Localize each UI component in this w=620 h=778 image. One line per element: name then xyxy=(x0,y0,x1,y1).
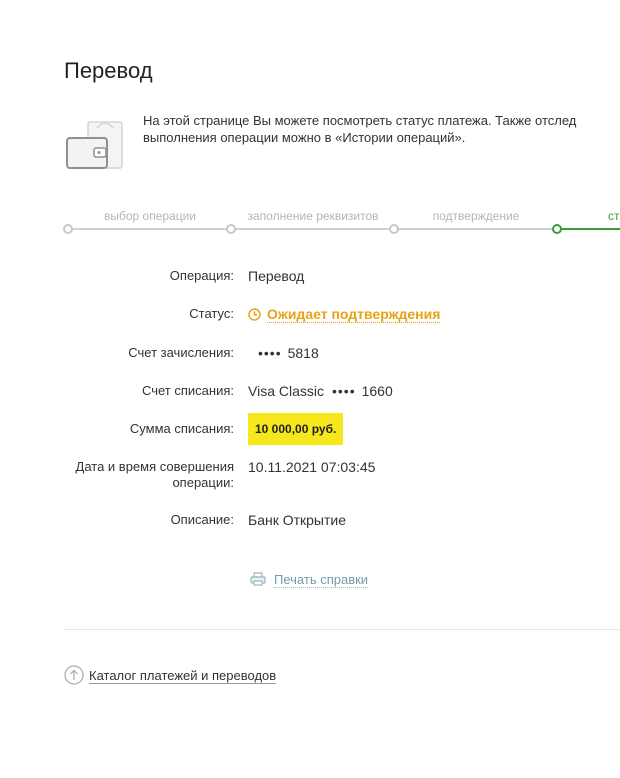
operation-value: Перевод xyxy=(248,268,305,284)
datetime-value: 10.11.2021 07:03:45 xyxy=(248,459,376,475)
wallet-icon xyxy=(66,121,123,169)
amount-badge: 10 000,00 руб. xyxy=(248,413,344,445)
step-dot-active xyxy=(552,224,562,234)
step-label-confirm: подтверждение xyxy=(432,209,520,223)
step-label-select: выбор операции xyxy=(103,209,197,223)
amount-label: Сумма списания: xyxy=(129,421,234,436)
status-text[interactable]: Ожидает подтверждения xyxy=(267,306,441,323)
operation-label: Операция: xyxy=(169,268,234,283)
progress-steps: выбор операции заполнение реквизитов под… xyxy=(0,200,620,240)
catalog-link[interactable]: Каталог платежей и переводов xyxy=(64,665,277,685)
debit-card-type: Visa Classic xyxy=(248,383,324,399)
info-line: На этой странице Вы можете посмотреть ст… xyxy=(143,113,577,128)
info-line: выполнения операции можно в «Истории опе… xyxy=(143,130,466,145)
info-text: На этой странице Вы можете посмотреть ст… xyxy=(143,112,576,146)
status-label: Статус: xyxy=(189,306,234,321)
step-dot xyxy=(226,224,236,234)
step-dot xyxy=(389,224,399,234)
datetime-label-line: операции: xyxy=(172,475,234,490)
credit-account-value: •••• 5818 xyxy=(258,345,319,361)
amount-value: 10 000,00 руб. xyxy=(248,413,344,445)
divider xyxy=(64,629,620,630)
debit-account-label: Счет списания: xyxy=(141,383,234,398)
arrow-up-circle-icon xyxy=(64,665,84,685)
steps-track xyxy=(68,228,558,230)
credit-account-label: Счет зачисления: xyxy=(128,345,234,360)
credit-account-number: 5818 xyxy=(287,345,319,361)
datetime-label: Дата и время совершения операции: xyxy=(76,459,234,491)
status-badge[interactable]: Ожидает подтверждения xyxy=(248,306,441,323)
page-title: Перевод xyxy=(64,58,153,83)
step-label-status: статус xyxy=(608,209,620,223)
debit-account-number: 1660 xyxy=(361,383,393,399)
debit-account-value: Visa Classic •••• 1660 xyxy=(248,383,393,399)
catalog-link-label[interactable]: Каталог платежей и переводов xyxy=(89,668,277,684)
datetime-label-line: Дата и время совершения xyxy=(75,459,234,474)
debit-account-mask: •••• xyxy=(332,383,356,399)
description-label: Описание: xyxy=(170,512,234,527)
credit-account-mask: •••• xyxy=(258,345,282,361)
description-value: Банк Открытие xyxy=(248,512,347,528)
clock-icon xyxy=(248,308,261,321)
step-dot xyxy=(63,224,73,234)
step-label-fill: заполнение реквизитов xyxy=(247,209,379,223)
print-receipt-link[interactable]: Печать справки xyxy=(250,572,369,588)
print-receipt-label[interactable]: Печать справки xyxy=(274,572,369,588)
steps-track-active xyxy=(558,228,620,230)
printer-icon xyxy=(250,572,266,586)
